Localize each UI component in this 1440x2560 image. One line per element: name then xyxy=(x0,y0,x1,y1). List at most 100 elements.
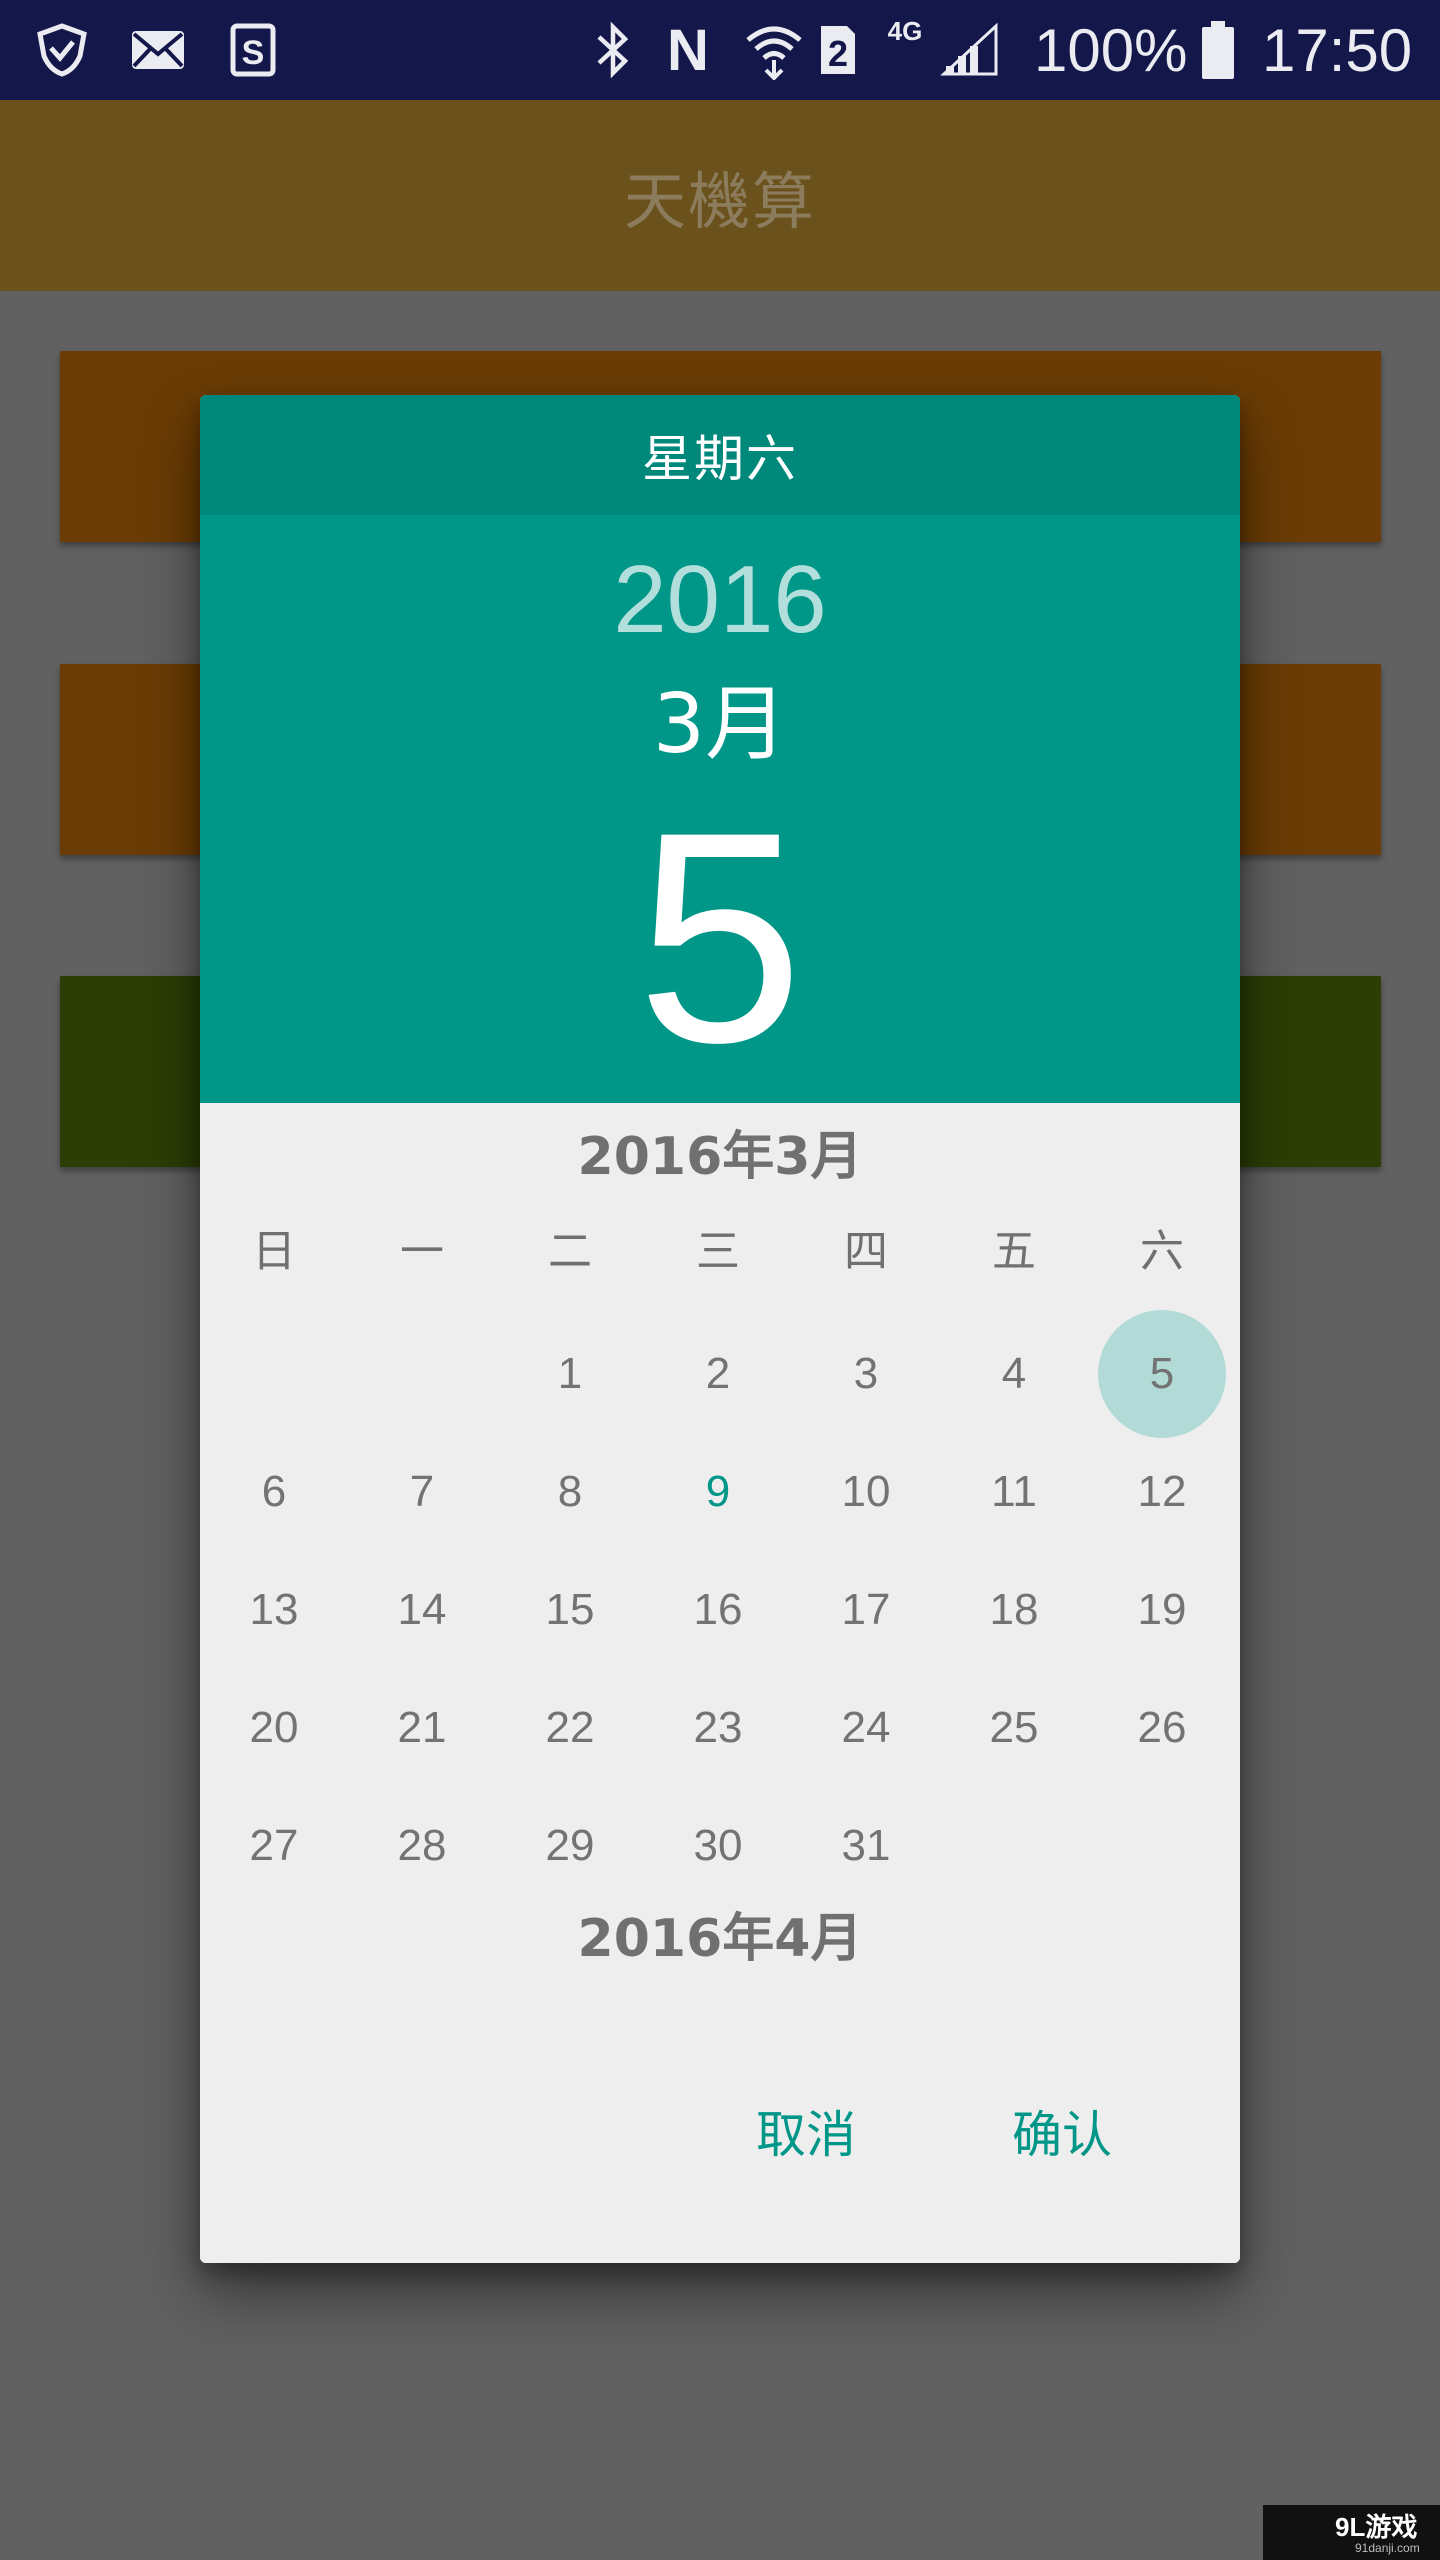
day-number: 27 xyxy=(249,1821,299,1870)
weekday-label: 六 xyxy=(1140,1226,1184,1277)
weekday-label: 一 xyxy=(400,1226,444,1277)
day-cell[interactable]: 2 xyxy=(644,1315,792,1433)
day-number: 22 xyxy=(545,1703,595,1752)
day-cell-selected[interactable]: 5 xyxy=(1088,1310,1236,1438)
day-number: 26 xyxy=(1137,1703,1187,1752)
selected-day[interactable]: 5 xyxy=(200,777,1240,1097)
day-number: 12 xyxy=(1137,1467,1187,1516)
mail-icon xyxy=(128,0,188,100)
day-cell[interactable]: 28 xyxy=(348,1787,496,1905)
confirm-button[interactable]: 确认 xyxy=(972,2090,1152,2180)
selected-year[interactable]: 2016 xyxy=(200,545,1240,655)
day-cell[interactable]: 20 xyxy=(200,1669,348,1787)
day-number: 5 xyxy=(1149,1349,1175,1398)
day-cell[interactable]: 3 xyxy=(792,1315,940,1433)
day-number: 6 xyxy=(261,1467,287,1516)
day-number: 8 xyxy=(557,1467,583,1516)
day-number: 13 xyxy=(249,1585,299,1634)
signal-icon xyxy=(938,0,1002,100)
app-title: 天機算 xyxy=(623,164,816,238)
weekday-row: 日一二三四五六 xyxy=(200,1212,1240,1292)
day-cell[interactable]: 7 xyxy=(348,1433,496,1551)
day-cell[interactable]: 11 xyxy=(940,1433,1088,1551)
svg-text:2: 2 xyxy=(828,33,848,74)
weekday-label: 二 xyxy=(548,1226,592,1277)
day-number: 23 xyxy=(693,1703,743,1752)
day-cell[interactable]: 8 xyxy=(496,1433,644,1551)
day-number: 24 xyxy=(841,1703,891,1752)
day-cell[interactable]: 29 xyxy=(496,1787,644,1905)
day-number: 16 xyxy=(693,1585,743,1634)
day-cell[interactable]: 13 xyxy=(200,1551,348,1669)
weekday-label: 日 xyxy=(252,1226,296,1277)
day-cell[interactable]: 31 xyxy=(792,1787,940,1905)
day-cell[interactable]: 1 xyxy=(496,1315,644,1433)
day-cell[interactable]: 15 xyxy=(496,1551,644,1669)
day-number: 11 xyxy=(991,1467,1037,1516)
nfc-icon: N xyxy=(667,17,709,83)
day-number: 31 xyxy=(841,1821,891,1870)
day-cell[interactable]: 24 xyxy=(792,1669,940,1787)
day-cell[interactable]: 22 xyxy=(496,1669,644,1787)
day-number: 9 xyxy=(705,1467,731,1516)
day-number: 3 xyxy=(853,1349,879,1398)
network-type-label: 4G xyxy=(887,16,923,46)
sim-app-icon: S xyxy=(222,0,282,100)
day-cell[interactable]: 14 xyxy=(348,1551,496,1669)
sim2-icon: 2 xyxy=(812,0,864,100)
day-number: 7 xyxy=(409,1467,435,1516)
day-number: 2 xyxy=(705,1349,731,1398)
day-cell[interactable]: 19 xyxy=(1088,1551,1236,1669)
day-number: 4 xyxy=(1001,1349,1027,1398)
day-number: 1 xyxy=(557,1349,583,1398)
day-cell[interactable]: 25 xyxy=(940,1669,1088,1787)
weekday-label: 三 xyxy=(696,1226,740,1277)
day-number: 18 xyxy=(989,1585,1039,1634)
watermark-logo: 9L游戏 91danji.com xyxy=(1263,2505,1440,2560)
month-title-current: 2016年3月 xyxy=(577,1127,863,1187)
watermark-brand: 9L游戏 xyxy=(1335,2512,1418,2542)
calendar-month-view[interactable]: 2016年3月 日一二三四五六 1 2 3 4 5 6 7 8 9 10 11 12 13 14 15 16 1… xyxy=(200,1103,1240,2263)
month-title-next: 2016年4月 xyxy=(577,1909,863,1969)
watermark-site: 91danji.com xyxy=(1355,2541,1420,2555)
day-number: 29 xyxy=(545,1821,595,1870)
day-number: 21 xyxy=(397,1703,447,1752)
day-cell[interactable]: 16 xyxy=(644,1551,792,1669)
status-bar: S N 2 4G 100% 17:50 xyxy=(0,0,1440,100)
cancel-button[interactable]: 取消 xyxy=(716,2090,896,2180)
app-bar: 天機算 xyxy=(0,100,1440,291)
day-cell[interactable]: 21 xyxy=(348,1669,496,1787)
day-cell[interactable]: 6 xyxy=(200,1433,348,1551)
shield-icon xyxy=(30,0,94,100)
day-number: 30 xyxy=(693,1821,743,1870)
battery-percent: 100% xyxy=(1034,16,1188,84)
day-cell[interactable]: 26 xyxy=(1088,1669,1236,1787)
day-cell[interactable]: 17 xyxy=(792,1551,940,1669)
clock: 17:50 xyxy=(1262,16,1413,84)
selected-month[interactable]: 3月 xyxy=(200,675,1240,775)
day-number: 20 xyxy=(249,1703,299,1752)
day-number: 25 xyxy=(989,1703,1039,1752)
day-number: 28 xyxy=(397,1821,447,1870)
svg-text:S: S xyxy=(242,34,265,72)
day-number: 19 xyxy=(1137,1585,1187,1634)
date-picker-dialog: 星期六 2016 3月 5 2016年3月 日一二三四五六 1234567891… xyxy=(200,395,1240,2263)
day-cell[interactable]: 18 xyxy=(940,1551,1088,1669)
selected-weekday: 星期六 xyxy=(642,430,798,488)
weekday-header: 星期六 xyxy=(200,395,1240,515)
bluetooth-icon xyxy=(588,0,638,100)
weekday-label: 四 xyxy=(844,1226,888,1277)
day-cell[interactable]: 12 xyxy=(1088,1433,1236,1551)
day-cell[interactable]: 27 xyxy=(200,1787,348,1905)
day-number: 17 xyxy=(841,1585,891,1634)
day-cell[interactable]: 23 xyxy=(644,1669,792,1787)
day-number: 15 xyxy=(545,1585,595,1634)
day-number: 10 xyxy=(841,1467,891,1516)
day-cell[interactable]: 30 xyxy=(644,1787,792,1905)
day-number: 14 xyxy=(397,1585,447,1634)
battery-icon xyxy=(1196,0,1240,100)
date-header: 2016 3月 5 xyxy=(200,515,1240,1103)
day-cell-today[interactable]: 9 xyxy=(644,1433,792,1551)
day-cell[interactable]: 10 xyxy=(792,1433,940,1551)
day-cell[interactable]: 4 xyxy=(940,1315,1088,1433)
